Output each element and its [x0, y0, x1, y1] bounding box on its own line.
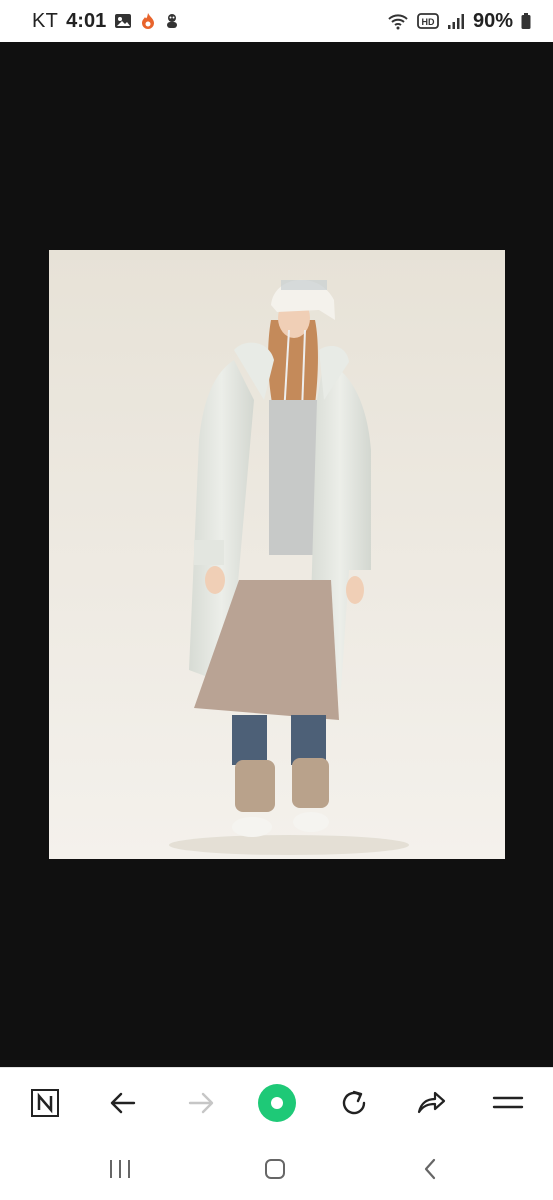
image-viewer[interactable] — [0, 42, 553, 1067]
clock: 4:01 — [66, 9, 107, 32]
reload-icon[interactable] — [331, 1080, 377, 1126]
menu-icon[interactable] — [485, 1080, 531, 1126]
naver-home-icon[interactable] — [22, 1080, 68, 1126]
signal-icon — [447, 12, 465, 30]
system-navigation-bar — [0, 1137, 553, 1200]
game-app-icon — [164, 12, 180, 30]
battery-icon — [521, 12, 531, 30]
gallery-icon — [114, 12, 132, 30]
fashion-model-illustration — [49, 250, 505, 859]
back-icon[interactable] — [409, 1151, 453, 1187]
carrier-label: KT — [32, 9, 59, 32]
browser-toolbar — [0, 1067, 553, 1138]
fire-app-icon — [140, 12, 156, 30]
home-icon[interactable] — [253, 1151, 297, 1187]
product-photo[interactable] — [49, 250, 505, 859]
green-dot-button[interactable] — [254, 1080, 300, 1126]
back-arrow-icon[interactable] — [100, 1080, 146, 1126]
forward-arrow-icon[interactable] — [178, 1080, 224, 1126]
battery-percentage: 90% — [472, 9, 513, 32]
wifi-icon — [387, 12, 409, 30]
status-right: HD 90% — [387, 10, 531, 33]
status-left: KT 4:01 — [32, 10, 180, 33]
svg-text:HD: HD — [421, 17, 434, 27]
hd-voice-icon: HD — [417, 12, 439, 30]
recents-icon[interactable] — [98, 1151, 142, 1187]
status-bar: KT 4:01 HD 90% — [0, 0, 553, 42]
share-icon[interactable] — [408, 1080, 454, 1126]
